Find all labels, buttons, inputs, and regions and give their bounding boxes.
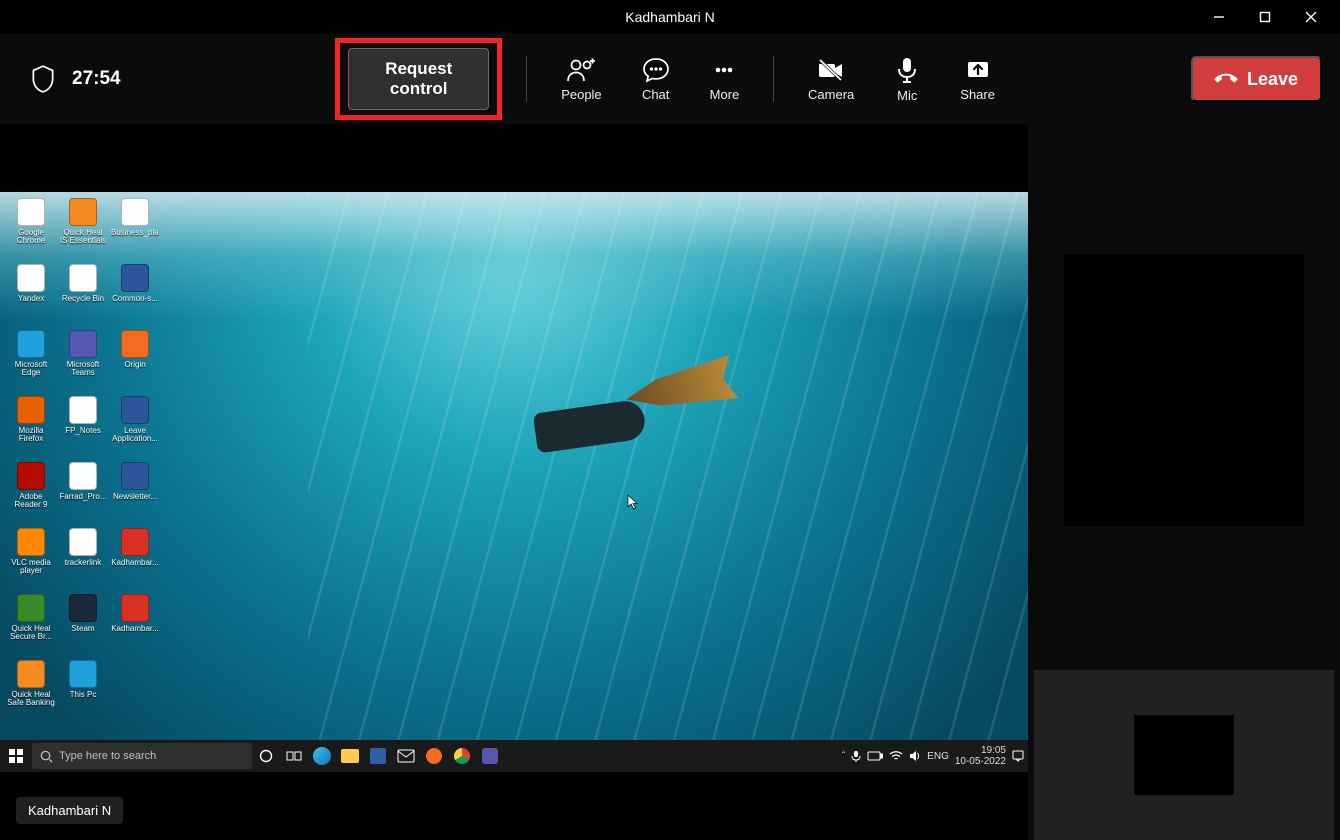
pinned-chrome[interactable] <box>448 742 476 770</box>
shared-desktop: Google ChromeQuick Heal IS EssentialsBus… <box>0 192 1028 772</box>
desktop-app-icon[interactable]: Newsletter... <box>110 462 160 522</box>
desktop-app-icon[interactable]: Business_plan <box>110 198 160 258</box>
call-toolbar: 27:54 Request control People Chat <box>0 34 1340 124</box>
desktop-app-icon[interactable]: FP_Notes <box>58 396 108 456</box>
taskview-icon[interactable] <box>280 742 308 770</box>
desktop-app-icon[interactable]: Origin <box>110 330 160 390</box>
people-button[interactable]: People <box>551 57 611 102</box>
tray-language[interactable]: ENG <box>927 751 949 762</box>
participants-panel <box>1028 124 1340 840</box>
leave-label: Leave <box>1247 69 1298 90</box>
pinned-edge[interactable] <box>308 742 336 770</box>
maximize-button[interactable] <box>1242 0 1288 34</box>
self-video-tile[interactable] <box>1134 715 1234 795</box>
separator <box>773 56 774 102</box>
close-button[interactable] <box>1288 0 1334 34</box>
desktop-app-icon[interactable]: Adobe Reader 9 <box>6 462 56 522</box>
pinned-store[interactable] <box>364 742 392 770</box>
pinned-explorer[interactable] <box>336 742 364 770</box>
mic-icon <box>894 56 920 84</box>
leave-button[interactable]: Leave <box>1191 56 1322 102</box>
desktop-app-icon[interactable]: Quick Heal Secure Br... <box>6 594 56 654</box>
more-icon <box>710 57 738 83</box>
share-icon <box>964 57 992 83</box>
camera-label: Camera <box>808 87 854 102</box>
desktop-app-icon[interactable]: Yandex <box>6 264 56 324</box>
tray-battery-icon[interactable] <box>867 751 883 761</box>
taskbar-search[interactable]: Type here to search <box>32 743 252 769</box>
desktop-app-icon[interactable]: Quick Heal IS Essentials <box>58 198 108 258</box>
chat-button[interactable]: Chat <box>632 57 680 102</box>
start-button[interactable] <box>4 744 28 768</box>
desktop-app-icon[interactable]: VLC media player <box>6 528 56 588</box>
desktop-app-icon[interactable]: Common-s... <box>110 264 160 324</box>
share-label: Share <box>960 87 995 102</box>
camera-button[interactable]: Camera <box>798 57 864 102</box>
tray-mic-icon[interactable] <box>851 750 861 762</box>
shield-icon <box>30 64 56 94</box>
more-button[interactable]: More <box>700 57 750 102</box>
desktop-app-icon[interactable]: Mozilla Firefox <box>6 396 56 456</box>
pinned-origin[interactable] <box>420 742 448 770</box>
pinned-teams[interactable] <box>476 742 504 770</box>
window-title: Kadhambari N <box>0 9 1340 25</box>
chat-icon <box>642 57 670 83</box>
self-video-container <box>1034 670 1334 840</box>
people-icon <box>566 57 596 83</box>
desktop-app-icon[interactable]: Steam <box>58 594 108 654</box>
desktop-app-icon[interactable]: Recycle Bin <box>58 264 108 324</box>
camera-off-icon <box>816 57 846 83</box>
chat-label: Chat <box>642 87 669 102</box>
minimize-button[interactable] <box>1196 0 1242 34</box>
desktop-app-icon[interactable]: Google Chrome <box>6 198 56 258</box>
desktop-app-icon[interactable]: Kadhambar... <box>110 528 160 588</box>
desktop-app-icon[interactable]: Farrad_Pro... <box>58 462 108 522</box>
tray-arrow-icon[interactable]: ˆ <box>842 751 845 762</box>
taskbar: Type here to search ˆ ENG <box>0 740 1028 772</box>
tray-wifi-icon[interactable] <box>889 751 903 761</box>
mic-label: Mic <box>897 88 917 103</box>
desktop-app-icon[interactable]: This Pc <box>58 660 108 720</box>
desktop-app-icon[interactable]: Kadhambar... <box>110 594 160 654</box>
share-button[interactable]: Share <box>950 57 1005 102</box>
tray-notifications-icon[interactable] <box>1012 750 1024 762</box>
desktop-app-icon[interactable]: Leave Application... <box>110 396 160 456</box>
presenter-name-tag: Kadhambari N <box>16 797 123 824</box>
desktop-app-icon[interactable]: trackerlink <box>58 528 108 588</box>
highlight-box: Request control <box>335 38 502 120</box>
pinned-mail[interactable] <box>392 742 420 770</box>
shared-screen-area: Google ChromeQuick Heal IS EssentialsBus… <box>0 124 1028 840</box>
request-control-button[interactable]: Request control <box>348 48 489 110</box>
call-duration: 27:54 <box>72 68 121 90</box>
more-label: More <box>710 87 740 102</box>
cursor-icon <box>627 494 639 515</box>
participant-video-tile[interactable] <box>1064 254 1304 526</box>
desktop-app-icon[interactable]: Microsoft Teams <box>58 330 108 390</box>
mic-button[interactable]: Mic <box>884 56 930 103</box>
tray-time[interactable]: 19:05 <box>955 745 1006 756</box>
search-placeholder: Type here to search <box>59 750 156 762</box>
tray-date[interactable]: 10-05-2022 <box>955 756 1006 767</box>
tray-volume-icon[interactable] <box>909 750 921 762</box>
desktop-app-icon[interactable]: Quick Heal Safe Banking <box>6 660 56 720</box>
people-label: People <box>561 87 601 102</box>
desktop-app-icon[interactable]: Microsoft Edge <box>6 330 56 390</box>
cortana-icon[interactable] <box>252 742 280 770</box>
separator <box>526 56 527 102</box>
